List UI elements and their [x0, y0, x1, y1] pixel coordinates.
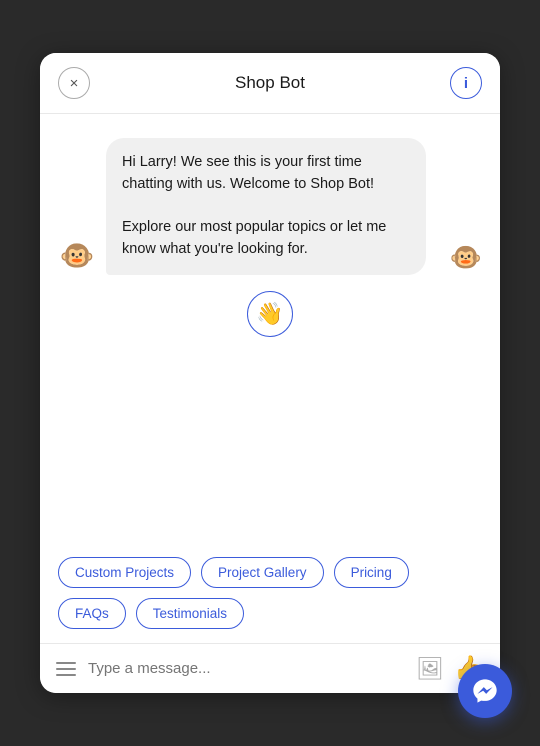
greeting-text: Hi Larry! We see this is your first time…	[122, 154, 374, 192]
body-text: Explore our most popular topics or let m…	[122, 219, 386, 257]
chat-window: × Shop Bot i 🐵 Hi Larry! We see this is …	[40, 53, 500, 693]
chat-title: Shop Bot	[235, 73, 305, 93]
quick-reply-project-gallery[interactable]: Project Gallery	[201, 557, 324, 588]
bot-avatar-right: 🐵	[450, 242, 482, 273]
wave-circle: 👋	[247, 291, 293, 337]
quick-reply-testimonials[interactable]: Testimonials	[136, 598, 244, 629]
chat-input-area: 🖼 👍	[40, 643, 500, 693]
bot-avatar-left: 🐵	[58, 237, 96, 275]
messenger-fab[interactable]	[458, 664, 512, 718]
greeting-bubble: Hi Larry! We see this is your first time…	[106, 138, 426, 275]
menu-icon[interactable]	[56, 662, 76, 676]
close-button[interactable]: ×	[58, 67, 90, 99]
message-input[interactable]	[88, 660, 404, 677]
info-button[interactable]: i	[450, 67, 482, 99]
image-icon[interactable]: 🖼	[416, 656, 444, 682]
quick-reply-faqs[interactable]: FAQs	[58, 598, 126, 629]
quick-replies: Custom Projects Project Gallery Pricing …	[40, 557, 500, 643]
chat-header: × Shop Bot i	[40, 53, 500, 114]
quick-reply-pricing[interactable]: Pricing	[334, 557, 409, 588]
wave-emoji: 👋	[256, 301, 283, 327]
messages-area: 🐵 Hi Larry! We see this is your first ti…	[40, 114, 500, 557]
quick-reply-custom-projects[interactable]: Custom Projects	[58, 557, 191, 588]
wave-icon-row: 👋	[58, 291, 482, 337]
bot-message-row: 🐵 Hi Larry! We see this is your first ti…	[58, 138, 482, 275]
